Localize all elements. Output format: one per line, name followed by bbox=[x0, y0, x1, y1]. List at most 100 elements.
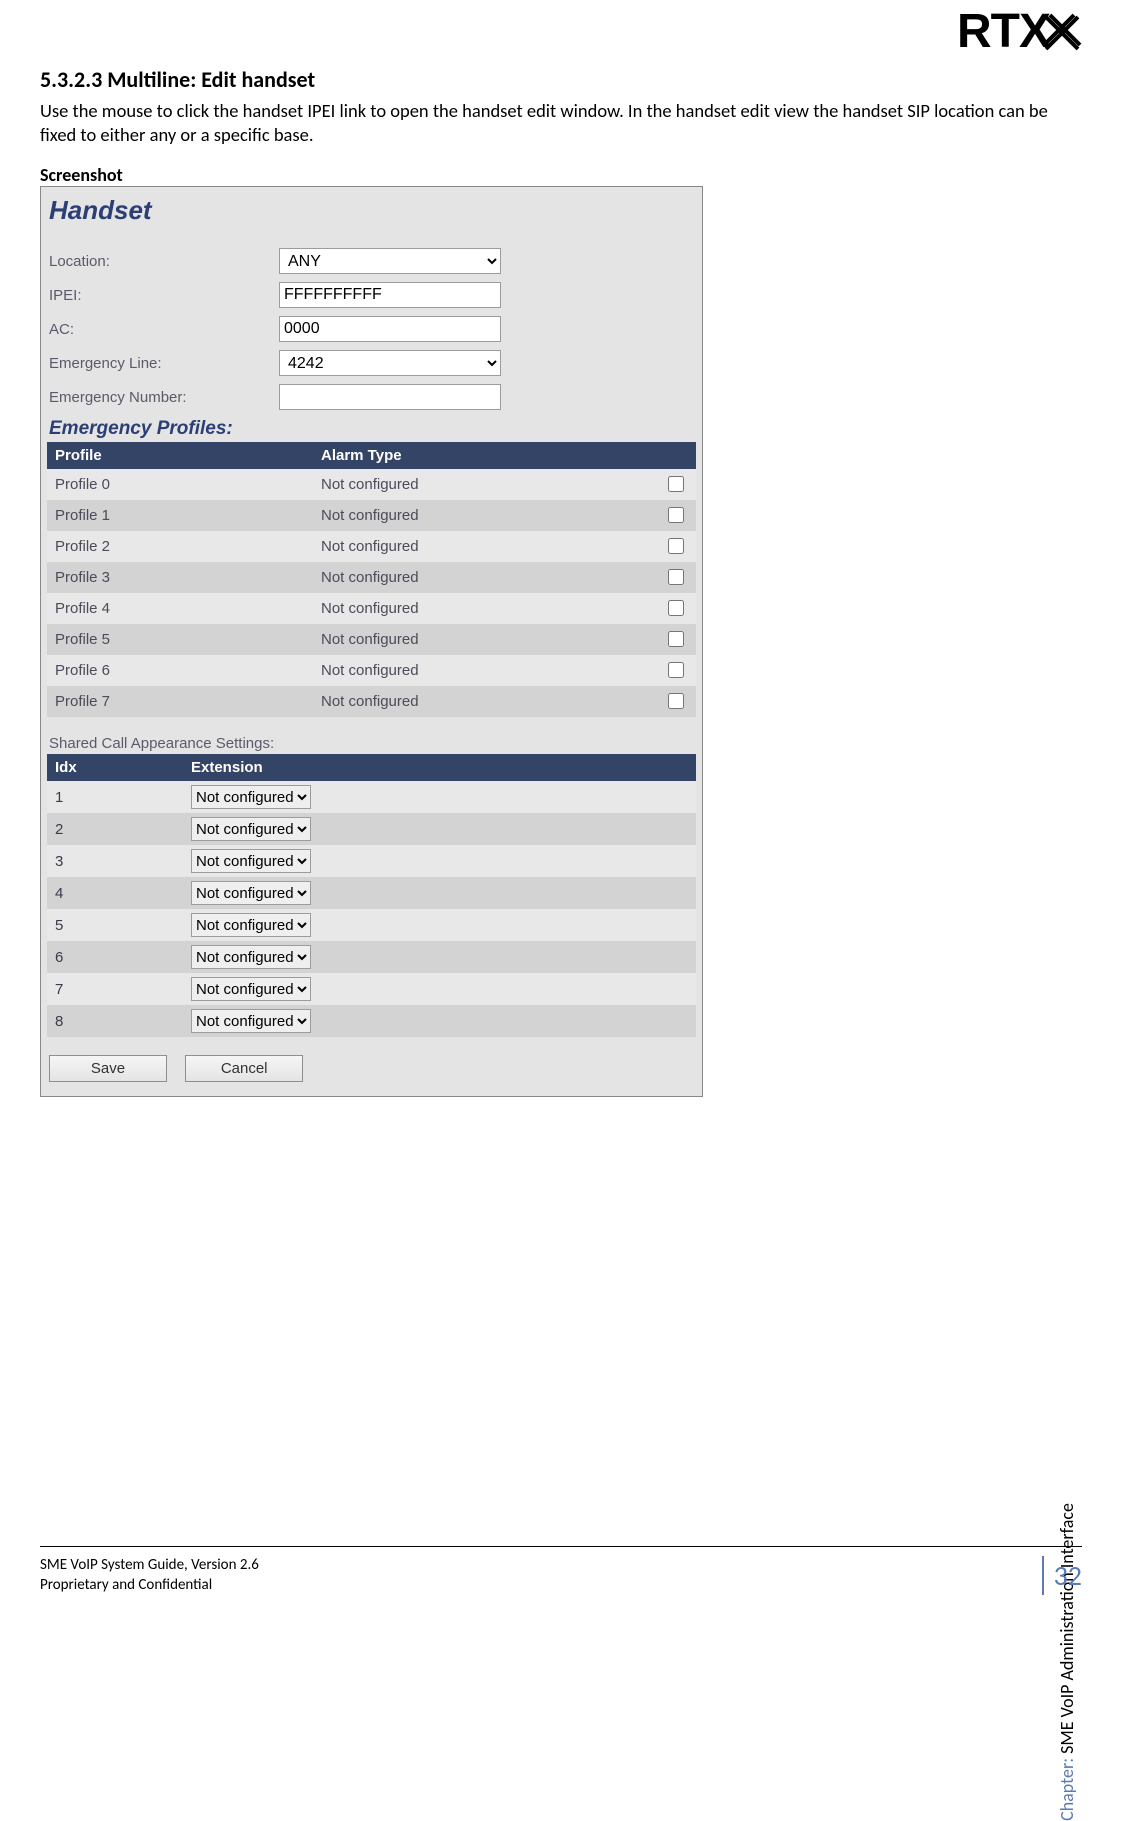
sca-ext-cell: Not configured bbox=[183, 781, 696, 813]
sca-extension-select[interactable]: Not configured bbox=[191, 945, 311, 969]
emergency-number-label: Emergency Number: bbox=[47, 389, 279, 406]
sca-ext-cell: Not configured bbox=[183, 941, 696, 973]
sca-ext-cell: Not configured bbox=[183, 845, 696, 877]
table-row: 2 Not configured bbox=[47, 813, 696, 845]
profile-checkbox-cell bbox=[654, 655, 696, 686]
profile-alarm-cell: Not configured bbox=[313, 562, 654, 593]
profiles-header-alarm: Alarm Type bbox=[313, 442, 654, 469]
table-row: 3 Not configured bbox=[47, 845, 696, 877]
sca-extension-select[interactable]: Not configured bbox=[191, 785, 311, 809]
profile-name-cell: Profile 1 bbox=[47, 500, 313, 531]
table-row: Profile 5Not configured bbox=[47, 624, 696, 655]
sca-extension-select[interactable]: Not configured bbox=[191, 1009, 311, 1033]
profile-checkbox[interactable] bbox=[668, 538, 684, 554]
ac-label: AC: bbox=[47, 321, 279, 338]
ipei-label: IPEI: bbox=[47, 287, 279, 304]
profile-alarm-cell: Not configured bbox=[313, 500, 654, 531]
profile-alarm-cell: Not configured bbox=[313, 469, 654, 500]
sca-table: Idx Extension 1 Not configured 2 Not config… bbox=[47, 754, 696, 1037]
location-select[interactable]: ANY bbox=[279, 248, 501, 274]
profile-checkbox-cell bbox=[654, 469, 696, 500]
profile-checkbox-cell bbox=[654, 562, 696, 593]
emergency-profiles-table: Profile Alarm Type Profile 0Not configur… bbox=[47, 442, 696, 717]
profile-alarm-cell: Not configured bbox=[313, 593, 654, 624]
profile-checkbox-cell bbox=[654, 531, 696, 562]
section-heading: 5.3.2.3 Multiline: Edit handset bbox=[40, 66, 1082, 93]
profile-name-cell: Profile 4 bbox=[47, 593, 313, 624]
profile-alarm-cell: Not configured bbox=[313, 624, 654, 655]
profile-checkbox-cell bbox=[654, 500, 696, 531]
table-row: Profile 1Not configured bbox=[47, 500, 696, 531]
table-row: Profile 6Not configured bbox=[47, 655, 696, 686]
save-button[interactable]: Save bbox=[49, 1055, 167, 1082]
sca-heading: Shared Call Appearance Settings: bbox=[49, 735, 696, 752]
sca-idx-cell: 7 bbox=[47, 973, 183, 1005]
sca-header-idx: Idx bbox=[47, 754, 183, 781]
chapter-prefix: Chapter: bbox=[1056, 1758, 1078, 1821]
profile-name-cell: Profile 5 bbox=[47, 624, 313, 655]
sca-idx-cell: 4 bbox=[47, 877, 183, 909]
profile-alarm-cell: Not configured bbox=[313, 531, 654, 562]
sca-idx-cell: 2 bbox=[47, 813, 183, 845]
sca-idx-cell: 1 bbox=[47, 781, 183, 813]
sca-idx-cell: 8 bbox=[47, 1005, 183, 1037]
profile-alarm-cell: Not configured bbox=[313, 655, 654, 686]
profile-checkbox-cell bbox=[654, 593, 696, 624]
sca-extension-select[interactable]: Not configured bbox=[191, 913, 311, 937]
footer-line-2: Proprietary and Confidential bbox=[40, 1576, 259, 1596]
table-row: Profile 0Not configured bbox=[47, 469, 696, 500]
ipei-input[interactable] bbox=[279, 282, 501, 308]
chapter-name: SME VoIP Administration Interface bbox=[1056, 1503, 1078, 1758]
page-number: 32 bbox=[1042, 1556, 1082, 1595]
profile-checkbox[interactable] bbox=[668, 507, 684, 523]
table-row: 1 Not configured bbox=[47, 781, 696, 813]
profile-name-cell: Profile 7 bbox=[47, 686, 313, 717]
profile-checkbox-cell bbox=[654, 686, 696, 717]
table-row: 6 Not configured bbox=[47, 941, 696, 973]
emergency-line-select[interactable]: 4242 bbox=[279, 350, 501, 376]
logo-x-icon bbox=[1050, 4, 1082, 59]
ac-input[interactable] bbox=[279, 316, 501, 342]
sca-extension-select[interactable]: Not configured bbox=[191, 849, 311, 873]
section-body-text: Use the mouse to click the handset IPEI … bbox=[40, 99, 1082, 146]
screenshot-label: Screenshot bbox=[40, 164, 1082, 186]
table-row: 5 Not configured bbox=[47, 909, 696, 941]
panel-title: Handset bbox=[49, 195, 696, 226]
table-row: Profile 4Not configured bbox=[47, 593, 696, 624]
profile-checkbox[interactable] bbox=[668, 693, 684, 709]
profile-checkbox[interactable] bbox=[668, 476, 684, 492]
sca-idx-cell: 5 bbox=[47, 909, 183, 941]
handset-edit-panel: Handset Location: ANY IPEI: AC: Emergenc… bbox=[40, 186, 703, 1097]
chapter-side-label: Chapter: SME VoIP Administration Interfa… bbox=[1056, 1503, 1078, 1821]
footer-line-1: SME VoIP System Guide, Version 2.6 bbox=[40, 1556, 259, 1576]
profile-alarm-cell: Not configured bbox=[313, 686, 654, 717]
footer: SME VoIP System Guide, Version 2.6 Propr… bbox=[40, 1556, 259, 1595]
sca-ext-cell: Not configured bbox=[183, 909, 696, 941]
emergency-profiles-heading: Emergency Profiles: bbox=[49, 418, 696, 440]
table-row: 4 Not configured bbox=[47, 877, 696, 909]
sca-extension-select[interactable]: Not configured bbox=[191, 977, 311, 1001]
footer-rule bbox=[40, 1546, 1082, 1547]
emergency-number-input[interactable] bbox=[279, 384, 501, 410]
sca-ext-cell: Not configured bbox=[183, 973, 696, 1005]
logo-text: RTX bbox=[957, 5, 1050, 58]
sca-ext-cell: Not configured bbox=[183, 877, 696, 909]
profile-checkbox[interactable] bbox=[668, 600, 684, 616]
sca-header-ext: Extension bbox=[183, 754, 696, 781]
sca-idx-cell: 3 bbox=[47, 845, 183, 877]
profile-checkbox[interactable] bbox=[668, 569, 684, 585]
table-row: Profile 2Not configured bbox=[47, 531, 696, 562]
profile-checkbox[interactable] bbox=[668, 631, 684, 647]
table-row: 8 Not configured bbox=[47, 1005, 696, 1037]
profile-name-cell: Profile 3 bbox=[47, 562, 313, 593]
sca-extension-select[interactable]: Not configured bbox=[191, 817, 311, 841]
profile-name-cell: Profile 2 bbox=[47, 531, 313, 562]
profiles-header-blank bbox=[654, 442, 696, 469]
profile-name-cell: Profile 0 bbox=[47, 469, 313, 500]
sca-idx-cell: 6 bbox=[47, 941, 183, 973]
emergency-line-label: Emergency Line: bbox=[47, 355, 279, 372]
cancel-button[interactable]: Cancel bbox=[185, 1055, 303, 1082]
sca-ext-cell: Not configured bbox=[183, 813, 696, 845]
profile-checkbox[interactable] bbox=[668, 662, 684, 678]
sca-extension-select[interactable]: Not configured bbox=[191, 881, 311, 905]
